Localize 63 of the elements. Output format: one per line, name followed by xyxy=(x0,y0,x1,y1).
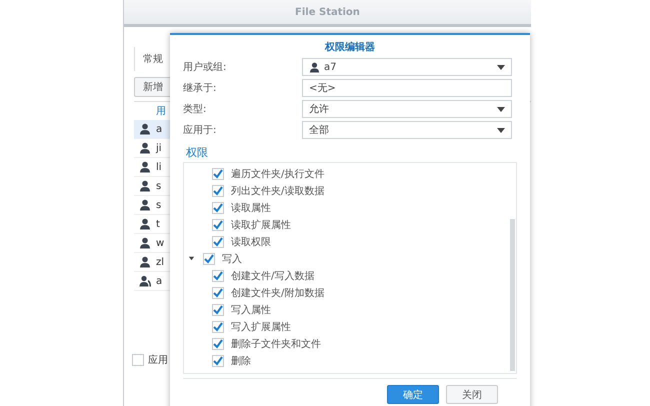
user-name: s xyxy=(156,200,162,210)
user-icon xyxy=(139,199,151,211)
user-name: w xyxy=(156,238,164,248)
permission-label: 遍历文件夹/执行文件 xyxy=(231,168,324,180)
permission-label: 创建文件夹/附加数据 xyxy=(231,286,324,300)
dropdown-field[interactable]: a7 xyxy=(302,58,512,76)
permission-label: 写入属性 xyxy=(231,304,271,316)
checkbox[interactable] xyxy=(212,354,224,366)
checkbox[interactable] xyxy=(212,236,224,248)
user-icon xyxy=(139,123,151,135)
checkbox[interactable] xyxy=(212,304,224,316)
caret-icon xyxy=(497,106,505,112)
user-name: t xyxy=(156,218,160,230)
user-name: zl xyxy=(156,256,164,268)
checkbox[interactable] xyxy=(132,354,144,366)
checkbox[interactable] xyxy=(212,320,224,332)
checkbox[interactable] xyxy=(212,168,224,180)
column-header[interactable]: 用 xyxy=(156,104,166,118)
user-name: li xyxy=(156,162,162,172)
checkbox[interactable] xyxy=(212,218,224,230)
permission-label: 列出文件夹/读取数据 xyxy=(231,184,324,198)
caret-icon xyxy=(497,64,505,70)
permission-label: 删除 xyxy=(231,354,251,368)
field-label: 用户或组: xyxy=(183,60,228,74)
user-name: s xyxy=(156,180,162,192)
permission-label: 删除子文件夹和文件 xyxy=(231,338,321,350)
permission-label: 读取扩展属性 xyxy=(231,218,291,232)
field-label: 类型: xyxy=(183,102,208,116)
caret-icon xyxy=(497,128,505,132)
permission-label: 读取属性 xyxy=(231,202,271,214)
text-field[interactable]: <无> xyxy=(302,79,512,97)
close-button[interactable]: 关闭 xyxy=(446,385,498,404)
checkbox-label: 应用 xyxy=(148,354,168,367)
user-name: a xyxy=(156,124,162,134)
permission-group-label: 写入 xyxy=(222,252,242,266)
checkbox[interactable] xyxy=(212,202,224,214)
group-icon xyxy=(139,275,151,287)
checkbox[interactable] xyxy=(212,270,224,282)
user-icon xyxy=(139,161,151,173)
window-title: File Station xyxy=(295,6,360,18)
user-icon xyxy=(139,237,151,249)
tab[interactable]: 常规 xyxy=(135,52,171,66)
checkbox[interactable] xyxy=(212,184,224,196)
dropdown-field[interactable]: 全部 xyxy=(302,121,512,139)
permission-label: 读取权限 xyxy=(231,236,271,248)
user-icon xyxy=(139,142,151,154)
user-icon xyxy=(309,62,320,72)
checkbox[interactable] xyxy=(203,252,215,264)
user-icon xyxy=(139,218,151,230)
user-icon xyxy=(139,256,151,268)
field-label: 继承于: xyxy=(183,82,218,95)
expand-icon[interactable] xyxy=(188,255,195,262)
user-icon xyxy=(139,180,151,192)
checkbox[interactable] xyxy=(212,338,224,350)
scrollbar[interactable] xyxy=(510,219,515,371)
permission-label: 创建文件/写入数据 xyxy=(231,270,314,282)
add-button[interactable]: 新增 xyxy=(134,77,172,97)
permission-label: 写入扩展属性 xyxy=(231,320,291,334)
user-name: ji xyxy=(156,142,162,154)
user-name: a xyxy=(156,276,162,286)
checkbox[interactable] xyxy=(212,286,224,298)
dropdown-field[interactable]: 允许 xyxy=(302,100,512,118)
dialog-title: 权限编辑器 xyxy=(324,40,376,55)
